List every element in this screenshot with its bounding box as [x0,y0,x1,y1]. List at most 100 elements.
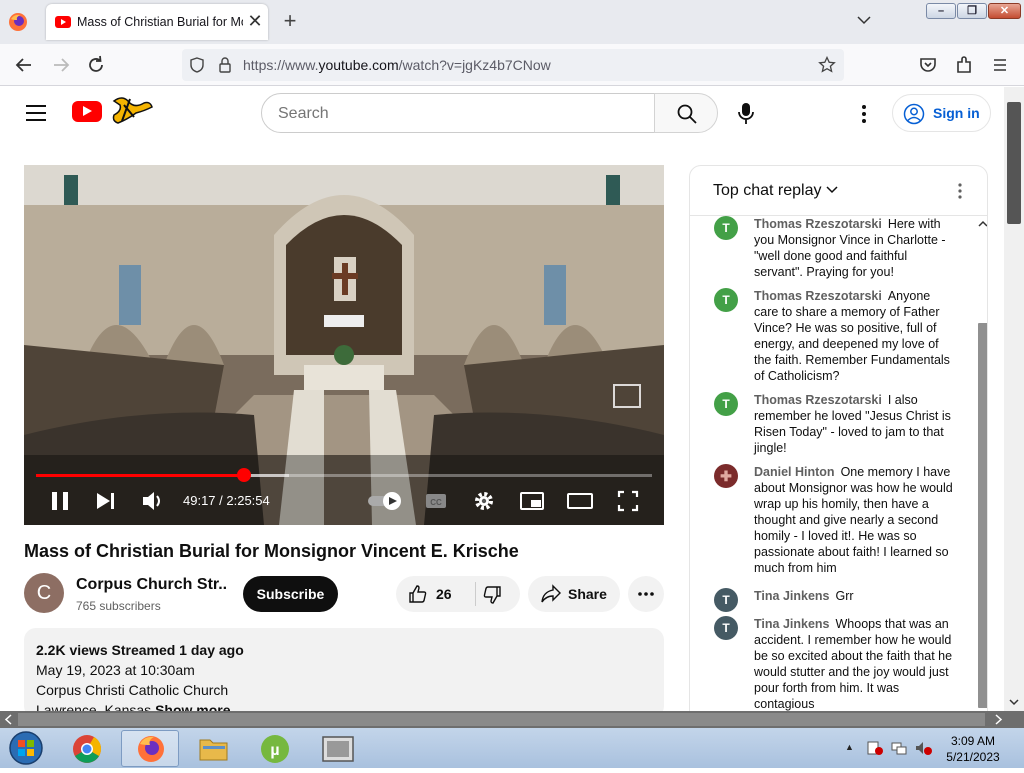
clock[interactable]: 3:09 AM 5/21/2023 [945,733,1001,765]
fullscreen-icon[interactable] [616,487,640,515]
like-button[interactable] [408,584,428,604]
search-button[interactable] [654,93,718,133]
doodle-logo-icon[interactable] [108,93,154,129]
scroll-up-icon[interactable] [978,220,988,228]
action-center-icon[interactable] [866,740,884,756]
search-icon [677,104,697,124]
microphone-icon[interactable] [734,101,758,127]
sign-in-button[interactable]: Sign in [892,94,991,132]
start-button[interactable] [6,730,46,766]
pocket-icon[interactable] [917,54,939,76]
new-tab-icon[interactable]: + [280,10,300,32]
video-player[interactable]: 49:17 / 2:25:54 CC [24,165,664,525]
shield-icon[interactable] [189,57,205,73]
subtitles-icon[interactable]: CC [424,487,448,515]
pause-icon[interactable] [48,487,72,515]
chat-author-name[interactable]: Tina Jinkens [754,589,830,603]
description-box[interactable]: 2.2K views Streamed 1 day ago May 19, 20… [24,628,664,718]
chat-message-body: Anyone care to share a memory of Father … [754,289,950,383]
firefox-icon [138,736,164,762]
chat-more-icon[interactable] [954,182,966,200]
chat-author-name[interactable]: Thomas Rzeszotarski [754,217,882,231]
description-line: May 19, 2023 at 10:30am [36,662,195,678]
browser-tab-active[interactable]: Mass of Christian Burial for Monsignor ✕ [46,4,268,40]
more-vertical-icon[interactable] [858,103,870,125]
svg-text:CC: CC [430,498,442,507]
window-restore-button[interactable]: ❐ [957,3,987,19]
chat-author-avatar[interactable]: T [714,616,738,640]
volume-icon[interactable] [140,487,166,515]
chat-message-text: Thomas Rzeszotarski I also remember he lo… [754,392,954,456]
more-horizontal-icon [638,592,654,596]
chat-author-avatar[interactable]: T [714,392,738,416]
page-scrollbar-thumb[interactable] [1007,102,1021,224]
progress-played [36,474,245,477]
chat-author-avatar[interactable]: T [714,288,738,312]
volume-muted-icon[interactable] [914,740,934,756]
view-stats: 2.2K views Streamed 1 day ago [36,642,244,658]
chat-author-avatar[interactable]: T [714,216,738,240]
chat-message-text: Thomas Rzeszotarski Anyone care to share … [754,288,954,384]
tab-close-icon[interactable]: ✕ [245,11,265,31]
extensions-icon[interactable] [953,54,975,76]
scroll-left-icon[interactable] [3,713,15,726]
channel-name[interactable]: Corpus Church Str... [76,576,226,594]
chat-mode-dropdown[interactable]: Top chat replay [713,182,838,200]
scroll-down-icon[interactable] [1008,696,1020,708]
sign-in-label: Sign in [933,105,980,121]
window-close-button[interactable]: ✕ [988,3,1021,19]
chat-author-name[interactable]: Daniel Hinton [754,465,835,479]
chat-author-name[interactable]: Thomas Rzeszotarski [754,289,882,303]
chat-scrollbar-thumb[interactable] [978,323,987,708]
channel-avatar[interactable]: C [24,573,64,613]
chat-author-name[interactable]: Thomas Rzeszotarski [754,393,882,407]
settings-gear-icon[interactable] [472,487,496,515]
video-title: Mass of Christian Burial for Monsignor V… [24,541,519,561]
lock-icon[interactable] [218,57,232,73]
share-button[interactable]: Share [528,576,620,612]
browser-tab-bar: Mass of Christian Burial for Monsignor ✕… [0,0,1024,44]
svg-text:µ: µ [270,742,279,759]
taskbar-utorrent[interactable]: µ [246,730,304,767]
menu-icon[interactable] [989,54,1011,76]
chevron-down-icon [826,186,838,194]
network-icon[interactable] [890,740,908,756]
bookmark-star-icon[interactable] [818,56,836,74]
autoplay-toggle[interactable] [366,487,406,515]
chat-header: Top chat replay [690,166,987,216]
guide-menu-icon[interactable] [26,105,46,121]
url-text[interactable]: https://www.youtube.com/watch?v=jgKz4b7C… [243,57,551,73]
chat-message-body: Whoops that was an accident. I remember … [754,617,953,711]
search-input[interactable] [278,105,638,123]
taskbar-chrome[interactable] [58,730,116,767]
chrome-icon [73,735,101,763]
miniplayer-icon[interactable] [519,487,545,515]
taskbar-explorer[interactable] [184,730,242,767]
dislike-button[interactable] [482,585,502,605]
chat-panel: Top chat replay T Thomas Rzeszotarski Here… [689,165,988,713]
chat-author-avatar[interactable]: T [714,588,738,612]
window-minimize-button[interactable]: – [926,3,956,19]
reload-icon[interactable] [85,54,107,76]
chat-author-name[interactable]: Tina Jinkens [754,617,830,631]
forward-arrow-icon[interactable] [50,54,72,76]
scroll-right-icon[interactable] [992,713,1004,726]
taskbar-app[interactable] [309,730,367,767]
next-icon[interactable] [94,487,118,515]
utorrent-icon: µ [261,735,289,763]
tray-expand-icon[interactable]: ▲ [845,742,854,752]
url-bar[interactable]: https://www.youtube.com/watch?v=jgKz4b7C… [182,49,844,81]
chevron-down-icon[interactable] [856,12,872,28]
taskbar-firefox[interactable] [121,730,179,767]
subscribe-button[interactable]: Subscribe [243,576,338,612]
chat-message-text: Thomas Rzeszotarski Here with you Monsign… [754,216,954,280]
theater-mode-icon[interactable] [566,487,594,515]
horizontal-scrollbar-thumb[interactable] [18,713,985,726]
more-actions-button[interactable] [628,576,664,612]
back-arrow-icon[interactable] [13,54,35,76]
like-count: 26 [436,586,452,602]
chat-scrollbar[interactable] [977,216,988,712]
youtube-logo-icon[interactable] [72,101,102,122]
firefox-icon[interactable] [8,12,28,32]
chat-author-avatar[interactable]: ✚ [714,464,738,488]
